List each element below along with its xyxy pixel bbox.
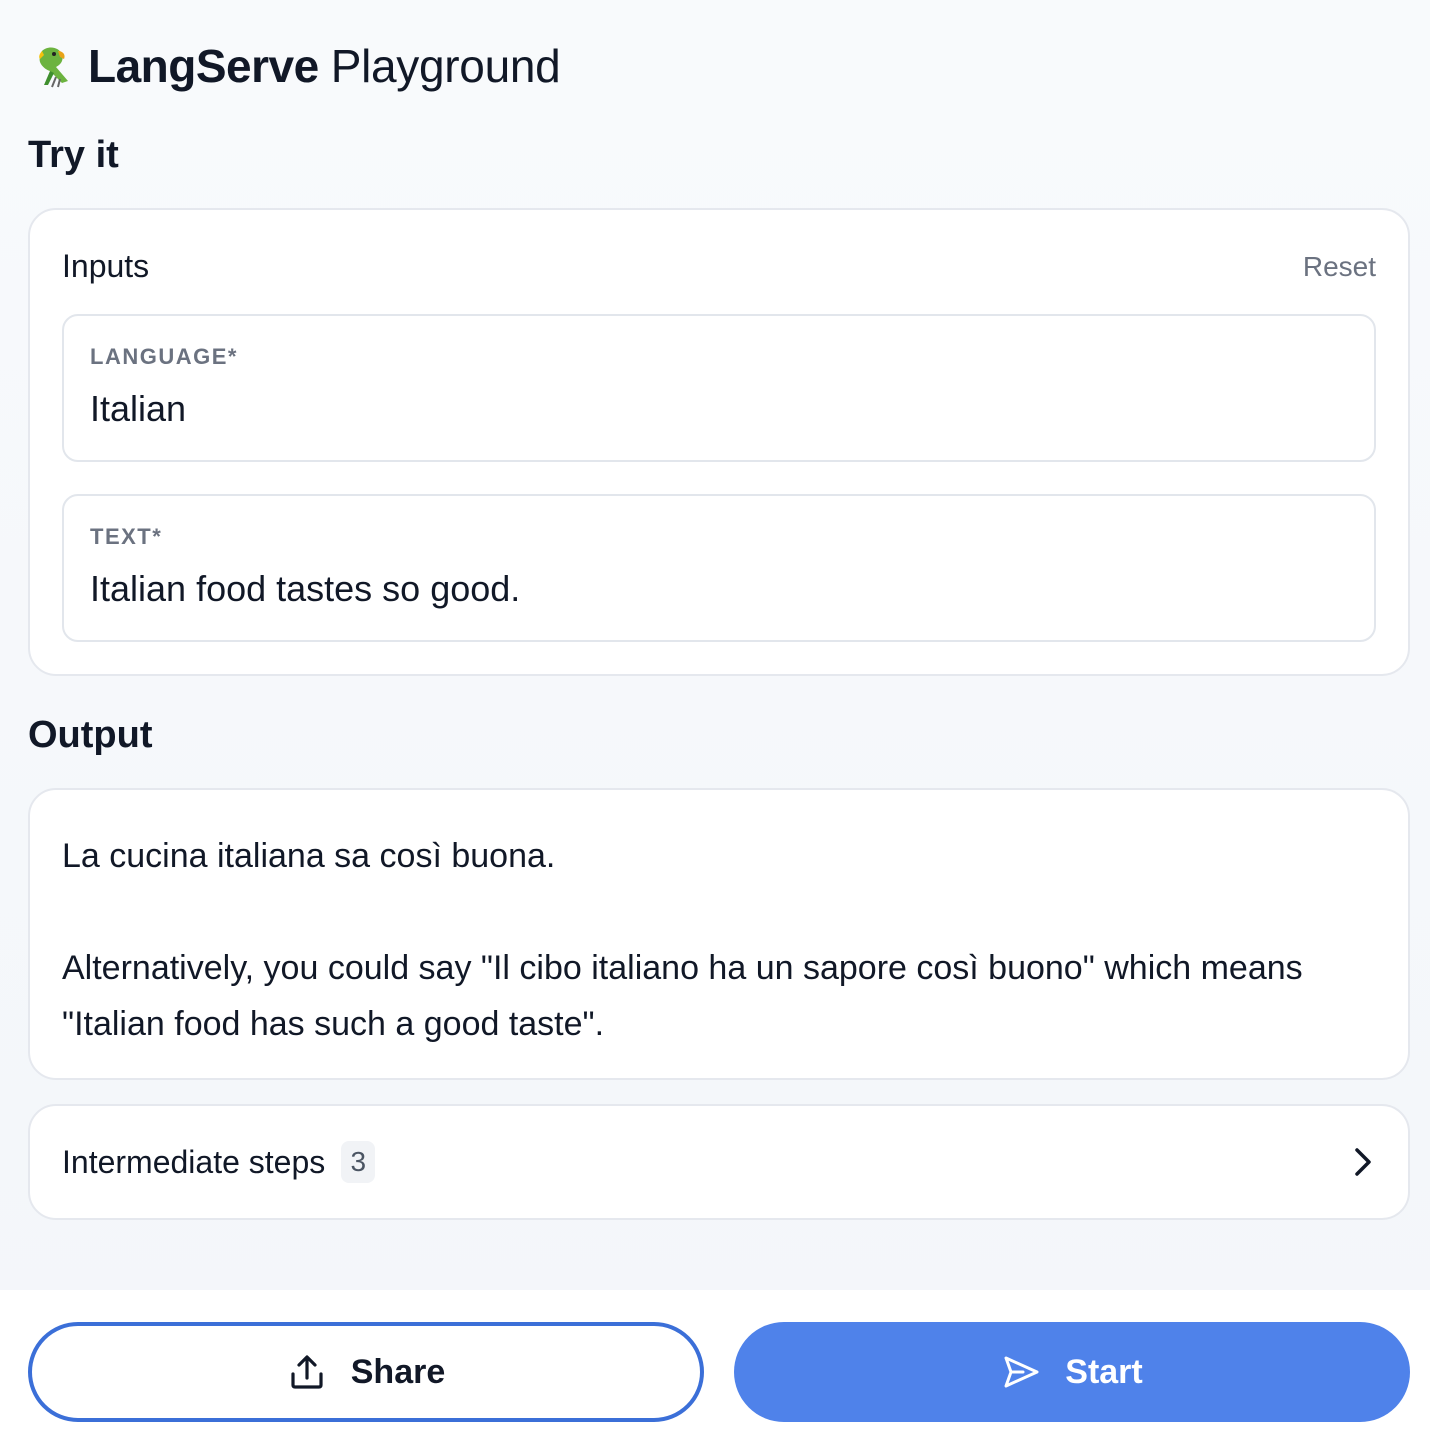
brand-title: LangServe [88, 40, 319, 92]
inputs-header: Inputs Reset [62, 248, 1376, 285]
start-button[interactable]: Start [734, 1322, 1410, 1422]
parrot-logo-icon [28, 41, 78, 91]
text-field[interactable]: TEXT* Italian food tastes so good. [62, 494, 1376, 642]
share-button[interactable]: Share [28, 1322, 704, 1422]
chevron-right-icon[interactable] [1350, 1145, 1376, 1179]
output-card: La cucina italiana sa così buona. Altern… [28, 788, 1410, 1080]
intermediate-steps-label: Intermediate steps [62, 1143, 326, 1180]
language-field[interactable]: LANGUAGE* Italian [62, 314, 1376, 462]
brand-subtitle: Playground [330, 40, 561, 92]
bottom-action-bar: Share Start [0, 1290, 1430, 1454]
share-button-label: Share [350, 1352, 446, 1391]
language-field-label: LANGUAGE* [90, 344, 238, 369]
language-field-value[interactable]: Italian [90, 388, 186, 430]
start-button-label: Start [1065, 1352, 1143, 1391]
playground-page: LangServe Playground Try it Inputs Reset… [0, 0, 1430, 1454]
output-heading: Output [28, 714, 153, 756]
share-upload-icon [291, 1355, 323, 1389]
output-text: La cucina italiana sa così buona. Altern… [62, 828, 1348, 1052]
reset-button[interactable]: Reset [1303, 251, 1376, 283]
output-paragraph-1: La cucina italiana sa così buona. [62, 837, 556, 875]
intermediate-steps-toggle[interactable]: Intermediate steps 3 [28, 1104, 1410, 1220]
send-icon [1004, 1356, 1039, 1388]
inputs-label: Inputs [62, 248, 150, 284]
try-it-heading: Try it [28, 134, 119, 176]
intermediate-steps-count-badge: 3 [341, 1141, 376, 1183]
output-paragraph-2: Alternatively, you could say "Il cibo it… [62, 949, 1303, 1043]
text-field-label: TEXT* [90, 524, 163, 549]
text-field-value[interactable]: Italian food tastes so good. [90, 568, 520, 610]
inputs-card: Inputs Reset LANGUAGE* Italian TEXT* Ita… [28, 208, 1410, 676]
output-spacer [62, 884, 1348, 940]
page-header: LangServe Playground [28, 36, 561, 96]
